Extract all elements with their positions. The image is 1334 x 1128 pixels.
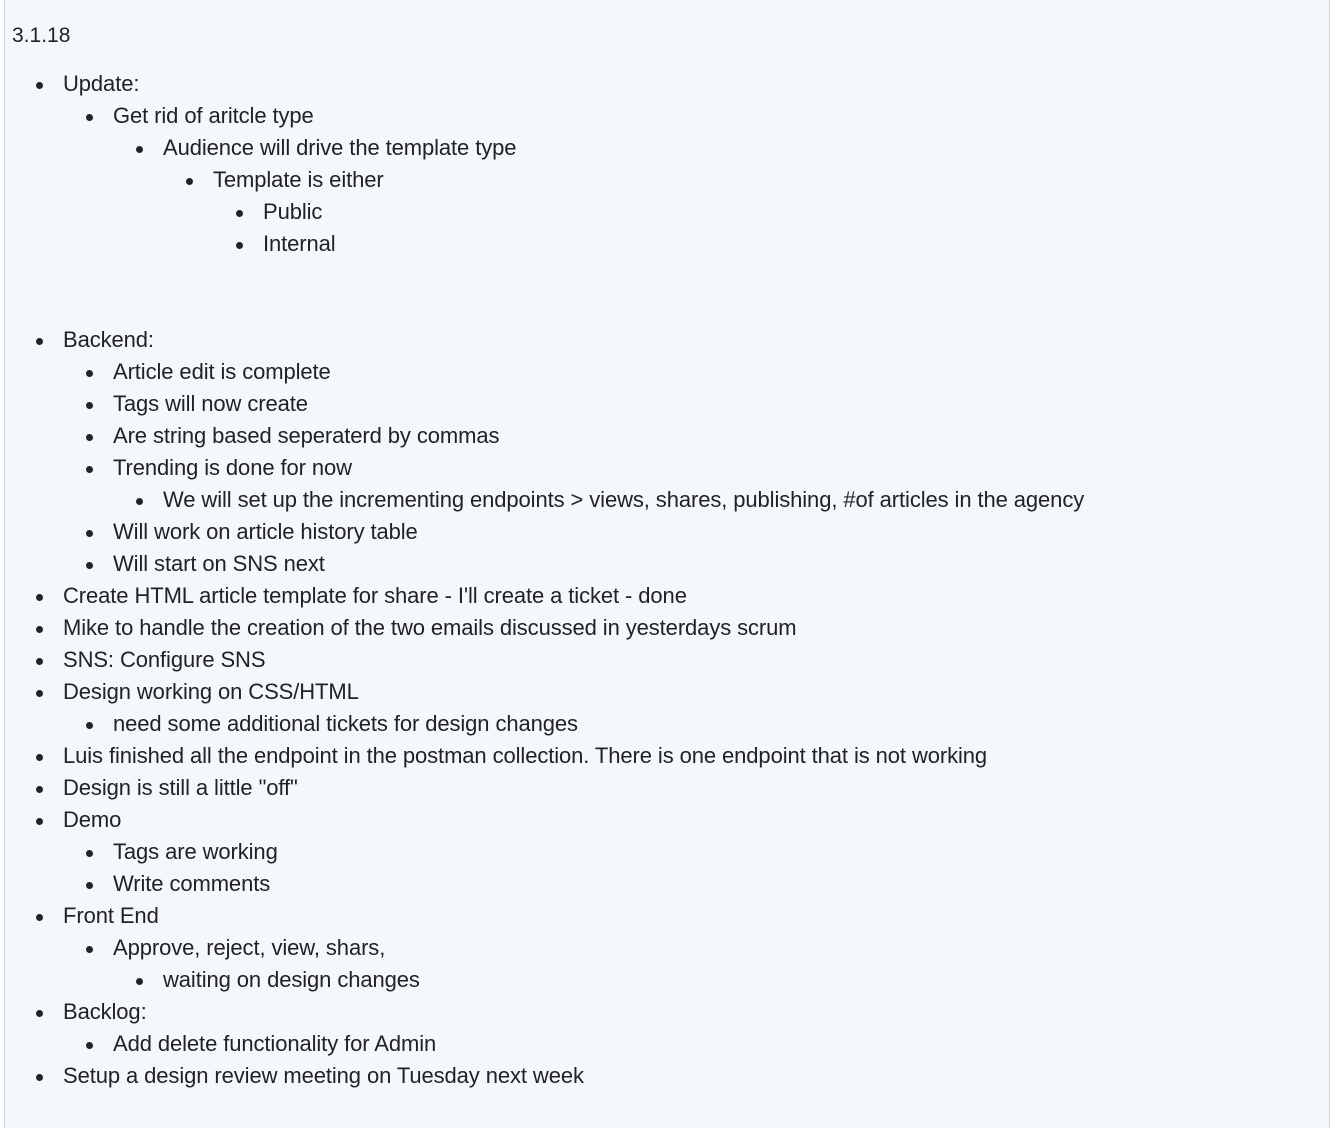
list-item: Design is still a little "off" bbox=[35, 772, 1084, 804]
note-date-heading: 3.1.18 bbox=[12, 24, 71, 47]
list-item: Internal bbox=[235, 228, 1084, 260]
list-item: Approve, reject, view, shars, bbox=[85, 932, 1084, 964]
list-item: Backend: bbox=[35, 324, 1084, 356]
list-item: Design working on CSS/HTML bbox=[35, 676, 1084, 708]
list-item: Setup a design review meeting on Tuesday… bbox=[35, 1060, 1084, 1092]
list-item: Will start on SNS next bbox=[85, 548, 1084, 580]
list-item: Template is either bbox=[185, 164, 1084, 196]
list-item: Trending is done for now bbox=[85, 452, 1084, 484]
note-panel: 3.1.18 Update: Get rid of aritcle type Aud… bbox=[4, 0, 1330, 1128]
list-item: Tags are working bbox=[85, 836, 1084, 868]
list-item: Get rid of aritcle type bbox=[85, 100, 1084, 132]
list-item: SNS: Configure SNS bbox=[35, 644, 1084, 676]
list-item: Article edit is complete bbox=[85, 356, 1084, 388]
list-item: Are string based seperaterd by commas bbox=[85, 420, 1084, 452]
list-item: need some additional tickets for design … bbox=[85, 708, 1084, 740]
list-item: Will work on article history table bbox=[85, 516, 1084, 548]
list-item: Demo bbox=[35, 804, 1084, 836]
list-item: Mike to handle the creation of the two e… bbox=[35, 612, 1084, 644]
list-item: Update: bbox=[35, 68, 1084, 100]
list-item: waiting on design changes bbox=[135, 964, 1084, 996]
list-item: Add delete functionality for Admin bbox=[85, 1028, 1084, 1060]
list-item: Front End bbox=[35, 900, 1084, 932]
list-item: Backlog: bbox=[35, 996, 1084, 1028]
list-item: Luis finished all the endpoint in the po… bbox=[35, 740, 1084, 772]
list-item: Write comments bbox=[85, 868, 1084, 900]
notes-list: Update: Get rid of aritcle type Audience w… bbox=[5, 68, 1084, 1092]
list-item: Audience will drive the template type bbox=[135, 132, 1084, 164]
blank-line bbox=[5, 260, 1084, 324]
list-item: Tags will now create bbox=[85, 388, 1084, 420]
list-item: Create HTML article template for share -… bbox=[35, 580, 1084, 612]
list-item: Public bbox=[235, 196, 1084, 228]
list-item: We will set up the incrementing endpoint… bbox=[135, 484, 1084, 516]
